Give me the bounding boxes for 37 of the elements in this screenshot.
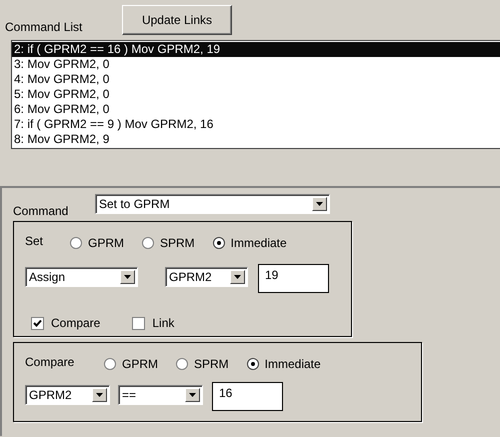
command-label: Command — [13, 204, 70, 218]
checkbox[interactable]: Link — [132, 316, 174, 330]
dropdown[interactable]: GPRM2 — [165, 267, 248, 287]
radio-indicator[interactable] — [176, 358, 188, 370]
radio-button[interactable]: Immediate — [246, 357, 321, 371]
list-item[interactable]: 5: Mov GPRM2, 0 — [12, 87, 500, 102]
update-links-button[interactable]: Update Links — [122, 5, 232, 35]
set-label: Set — [25, 234, 44, 248]
dropdown[interactable]: Assign — [25, 267, 138, 287]
list-item[interactable]: 6: Mov GPRM2, 0 — [12, 102, 500, 117]
checkbox-box[interactable] — [132, 316, 146, 330]
value-field[interactable]: 19 — [258, 264, 329, 293]
list-item[interactable]: 8: Mov GPRM2, 9 — [12, 132, 500, 147]
list-item[interactable]: 4: Mov GPRM2, 0 — [12, 72, 500, 87]
dropdown[interactable]: GPRM2 — [25, 385, 110, 405]
radio-button[interactable]: GPRM — [104, 357, 158, 371]
check-mark-icon — [33, 318, 42, 328]
compare-label: Compare — [25, 355, 76, 369]
list-item[interactable]: 2: if ( GPRM2 == 16 ) Mov GPRM2, 19 — [12, 42, 500, 57]
checkbox-box[interactable] — [31, 316, 44, 330]
radio-indicator[interactable] — [246, 358, 259, 370]
radio-indicator[interactable] — [104, 358, 116, 370]
radio-indicator[interactable] — [70, 237, 82, 249]
radio-button[interactable]: GPRM — [70, 236, 124, 250]
radio-button[interactable]: SPRM — [142, 236, 195, 250]
list-item[interactable]: 7: if ( GPRM2 == 9 ) Mov GPRM2, 16 — [12, 117, 500, 132]
radio-button[interactable]: Immediate — [212, 236, 287, 250]
radio-indicator[interactable] — [142, 237, 154, 249]
dropdown[interactable]: Set to GPRM — [95, 194, 330, 214]
command-list-label: Command List — [5, 20, 84, 34]
radio-button[interactable]: SPRM — [176, 357, 229, 371]
value-field[interactable]: 16 — [212, 382, 283, 411]
dropdown[interactable]: == — [118, 385, 203, 405]
radio-indicator[interactable] — [212, 237, 225, 249]
command-listbox[interactable]: 2: if ( GPRM2 == 16 ) Mov GPRM2, 19 3: Mov GPRM2, 0 4: Mov GPRM2, 0 5: Mov GPRM2, 0 6: Mov GPRM2, 0 7: if ( GPRM2 == 9 ) Mov GPRM2, 16 8: Mov GPRM2, 9 — [11, 40, 500, 149]
checkbox[interactable]: Compare — [31, 316, 100, 330]
list-item[interactable]: 3: Mov GPRM2, 0 — [12, 57, 500, 72]
